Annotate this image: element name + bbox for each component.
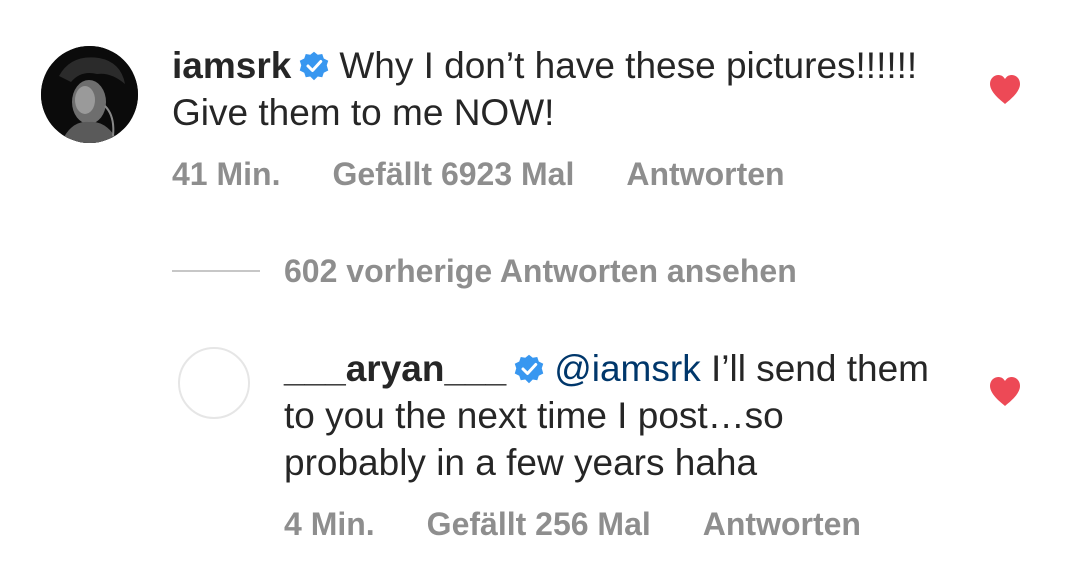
avatar[interactable]	[178, 347, 250, 419]
heart-icon[interactable]	[988, 74, 1022, 105]
verified-badge-icon	[300, 51, 329, 81]
verified-badge-icon	[514, 354, 544, 384]
reply-username[interactable]: ___aryan___	[284, 348, 506, 389]
comment-meta: 41 Min. Gefällt 6923 Mal Antworten	[172, 156, 785, 193]
view-previous-replies[interactable]: 602 vorherige Antworten ansehen	[172, 253, 797, 289]
comment-reply-button[interactable]: Antworten	[626, 156, 784, 193]
reply-time: 4 Min.	[284, 506, 375, 542]
comment-username[interactable]: iamsrk	[172, 45, 291, 86]
reply-meta: 4 Min. Gefällt 256 Mal Antworten	[284, 506, 861, 543]
comment-text-block: iamsrk Why I don’t have these pictures!!!…	[172, 42, 932, 136]
reply-reply-button[interactable]: Antworten	[703, 506, 861, 543]
profile-photo	[41, 46, 138, 143]
view-replies-label[interactable]: 602 vorherige Antworten ansehen	[284, 253, 797, 290]
avatar[interactable]	[41, 46, 138, 143]
comment-likes[interactable]: Gefällt 6923 Mal	[332, 156, 574, 193]
comment-time: 41 Min.	[172, 156, 281, 192]
divider	[172, 270, 260, 272]
reply-mention[interactable]: @iamsrk	[554, 348, 701, 389]
reply-text-block: ___aryan___ @iamsrk I’ll send them to you…	[284, 345, 934, 486]
heart-icon[interactable]	[988, 376, 1022, 407]
reply-likes[interactable]: Gefällt 256 Mal	[427, 506, 651, 543]
